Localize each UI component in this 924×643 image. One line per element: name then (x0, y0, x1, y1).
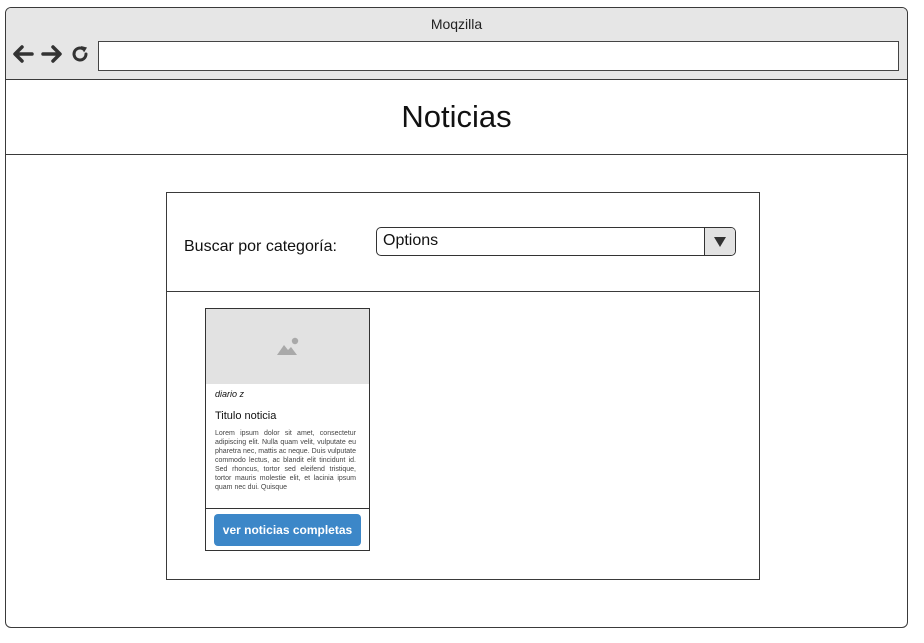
category-select[interactable]: Options (376, 227, 736, 256)
forward-button[interactable] (41, 42, 63, 66)
address-bar[interactable] (98, 41, 899, 71)
arrow-right-icon (41, 45, 62, 63)
news-source: diario z (215, 389, 245, 399)
window-title: Moqzilla (430, 16, 483, 32)
browser-toolbar: Moqzilla (6, 8, 907, 80)
news-panel: Buscar por categoría: Options diario z T… (166, 192, 760, 580)
category-select-value: Options (383, 232, 439, 249)
reload-icon (72, 46, 88, 62)
news-card-footer: ver noticias completas (206, 508, 369, 550)
image-placeholder-icon (276, 337, 298, 355)
news-title: Titulo noticia (215, 410, 277, 422)
news-card: diario z Titulo noticia Lorem ipsum dolo… (205, 308, 370, 551)
category-filter-label: Buscar por categoría: (184, 238, 337, 255)
back-button[interactable] (12, 42, 34, 66)
triangle-down-icon (714, 236, 726, 247)
arrow-left-icon (13, 45, 34, 63)
page-header: Noticias (6, 80, 907, 155)
news-excerpt: Lorem ipsum dolor sit amet, consectetur … (215, 430, 356, 491)
news-image-placeholder (206, 309, 369, 384)
reload-button[interactable] (69, 42, 91, 66)
browser-window: Moqzilla Noticias Buscar por categoría: … (5, 7, 908, 628)
page-title: Noticias (401, 99, 512, 134)
full-news-button[interactable]: ver noticias completas (214, 514, 361, 546)
filter-bar: Buscar por categoría: Options (167, 193, 759, 292)
dropdown-toggle[interactable] (704, 228, 735, 255)
